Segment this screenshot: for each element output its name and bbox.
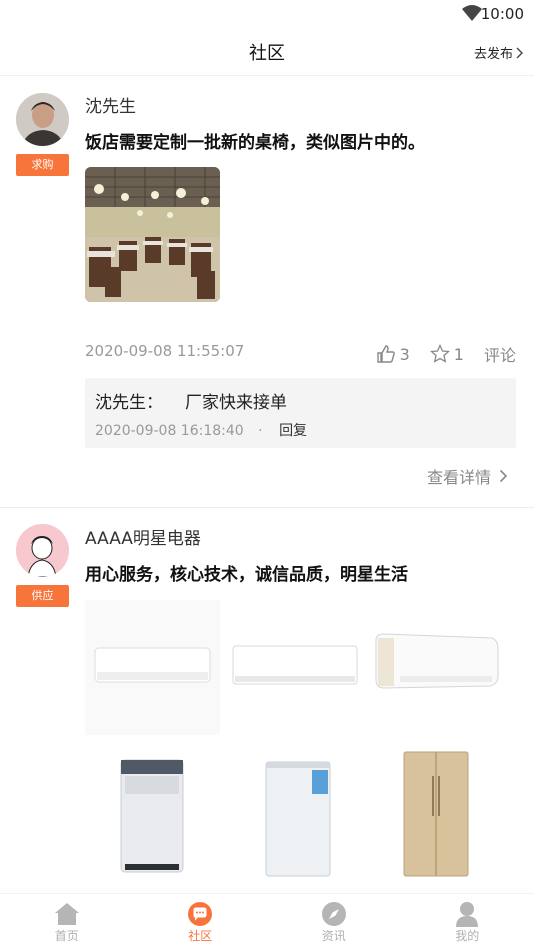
post-image-air-conditioner[interactable] — [228, 600, 363, 735]
comment-text: 厂家快来接单 — [185, 393, 287, 413]
post-image-air-conditioner[interactable] — [370, 600, 505, 735]
comment-author[interactable]: 沈先生： — [95, 393, 163, 413]
post-tag-badge: 求购 — [16, 154, 69, 176]
post-card: 供应 AAAA明星电器 用心服务，核心技术，诚信品质，明星生活 — [0, 508, 534, 898]
tab-label: 资讯 — [321, 929, 346, 943]
tab-label: 我的 — [455, 929, 480, 943]
tab-community[interactable]: 社区 — [134, 894, 268, 949]
avatar[interactable] — [16, 93, 69, 146]
post-actions: 3 1 评论 — [376, 342, 516, 366]
like-button[interactable]: 3 — [376, 344, 410, 364]
home-icon — [54, 903, 79, 925]
thumbs-up-icon — [376, 345, 395, 363]
post-tag-badge: 供应 — [16, 585, 69, 607]
star-button[interactable]: 1 — [429, 344, 464, 364]
post-username[interactable]: AAAA明星电器 — [85, 524, 201, 549]
tab-news[interactable]: 资讯 — [267, 894, 401, 949]
comment-box: 沈先生： 厂家快来接单 2020-09-08 16:18:40 · 回复 — [85, 378, 516, 448]
comment-time: 2020-09-08 16:18:40 — [95, 423, 244, 439]
post-image-refrigerator[interactable] — [370, 746, 505, 881]
page-title: 社区 — [249, 43, 285, 64]
tab-label: 首页 — [54, 929, 79, 943]
publish-label: 去发布 — [473, 47, 513, 62]
post-content: 饭店需要定制一批新的桌椅，类似图片中的。 — [85, 133, 425, 153]
avatar[interactable] — [16, 524, 69, 577]
post-image-restaurant[interactable] — [85, 167, 220, 302]
chevron-right-icon — [516, 47, 523, 58]
bottom-tab-bar: 首页 社区 资讯 我的 — [0, 893, 534, 949]
post-card: 求购 沈先生 饭店需要定制一批新的桌椅，类似图片中的。 2020-09-08 1… — [0, 76, 534, 508]
post-content: 用心服务，核心技术，诚信品质，明星生活 — [85, 565, 408, 585]
title-bar: 社区 去发布 — [0, 28, 534, 76]
tab-profile[interactable]: 我的 — [401, 894, 534, 949]
chevron-right-icon — [499, 469, 508, 483]
compass-icon — [321, 902, 346, 926]
tab-label: 社区 — [188, 929, 213, 943]
post-image-freezer[interactable] — [228, 746, 363, 881]
status-time: 10:00 — [480, 5, 524, 23]
post-username[interactable]: 沈先生 — [85, 92, 136, 117]
comment-line: 沈先生： 厂家快来接单 — [95, 388, 287, 413]
publish-button[interactable]: 去发布 — [474, 43, 524, 62]
comment-dot: · — [258, 423, 263, 439]
comment-button[interactable]: 评论 — [484, 342, 516, 366]
like-count: 3 — [399, 344, 410, 364]
star-count: 1 — [453, 344, 464, 364]
user-icon — [456, 902, 479, 927]
star-icon — [429, 344, 450, 363]
comment-meta: 2020-09-08 16:18:40 · 回复 — [95, 420, 307, 440]
post-meta: 2020-09-08 11:55:07 3 1 评论 — [85, 342, 516, 365]
community-icon — [188, 902, 213, 926]
wifi-icon — [462, 5, 482, 21]
post-image-air-conditioner[interactable] — [85, 600, 220, 735]
status-bar: 10:00 — [0, 0, 534, 28]
reply-button[interactable]: 回复 — [279, 423, 307, 439]
view-details-label: 查看详情 — [426, 468, 491, 487]
post-time: 2020-09-08 11:55:07 — [85, 342, 245, 360]
post-image-washing-machine[interactable] — [85, 746, 220, 881]
tab-home[interactable]: 首页 — [0, 894, 134, 949]
view-details-link[interactable]: 查看详情 — [427, 464, 508, 488]
